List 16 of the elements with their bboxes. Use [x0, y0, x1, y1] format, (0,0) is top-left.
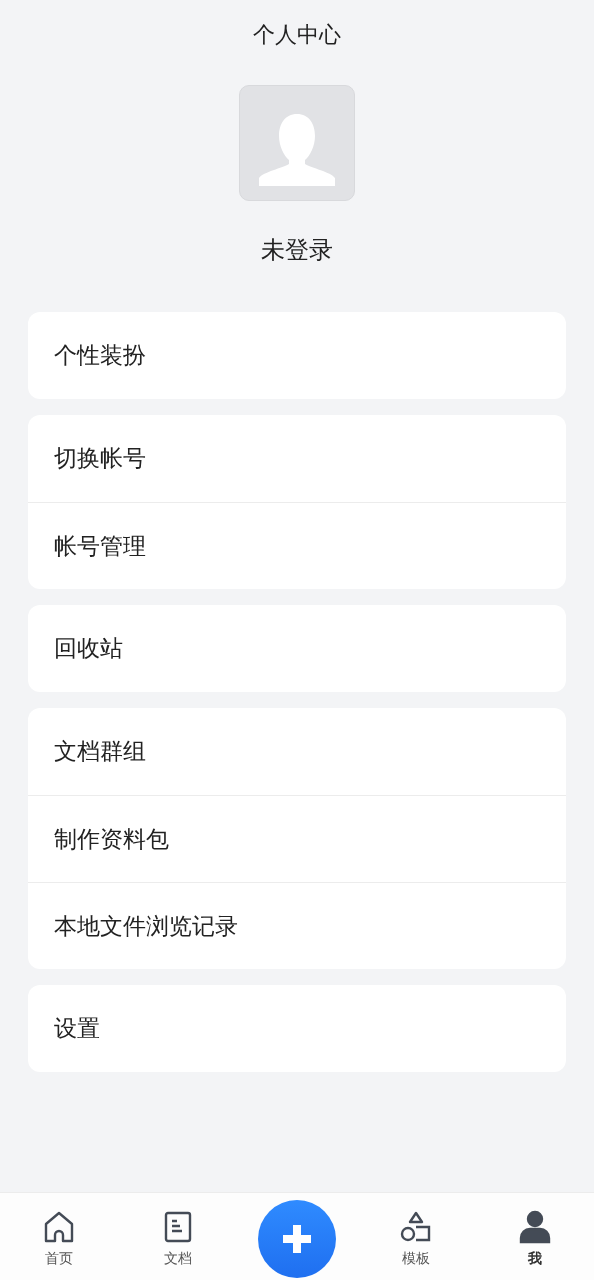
menu-item[interactable]: 个性装扮 — [28, 312, 566, 399]
menu-item[interactable]: 切换帐号 — [28, 415, 566, 502]
menu-item[interactable]: 本地文件浏览记录 — [28, 882, 566, 969]
menu-item[interactable]: 制作资料包 — [28, 795, 566, 882]
page-title: 个人中心 — [253, 21, 341, 49]
tab-item[interactable]: 我 — [475, 1205, 594, 1268]
menu-item[interactable]: 帐号管理 — [28, 502, 566, 589]
tab-item[interactable]: 首页 — [0, 1205, 119, 1268]
menu-item[interactable]: 文档群组 — [28, 708, 566, 795]
menu-item[interactable]: 回收站 — [28, 605, 566, 692]
login-status: 未登录 — [261, 235, 333, 266]
menu-item[interactable]: 设置 — [28, 985, 566, 1072]
shapes-icon — [398, 1209, 433, 1244]
tab-item[interactable]: 文档 — [118, 1205, 238, 1268]
person-icon — [517, 1209, 552, 1244]
tab-item[interactable]: 模板 — [356, 1205, 476, 1268]
